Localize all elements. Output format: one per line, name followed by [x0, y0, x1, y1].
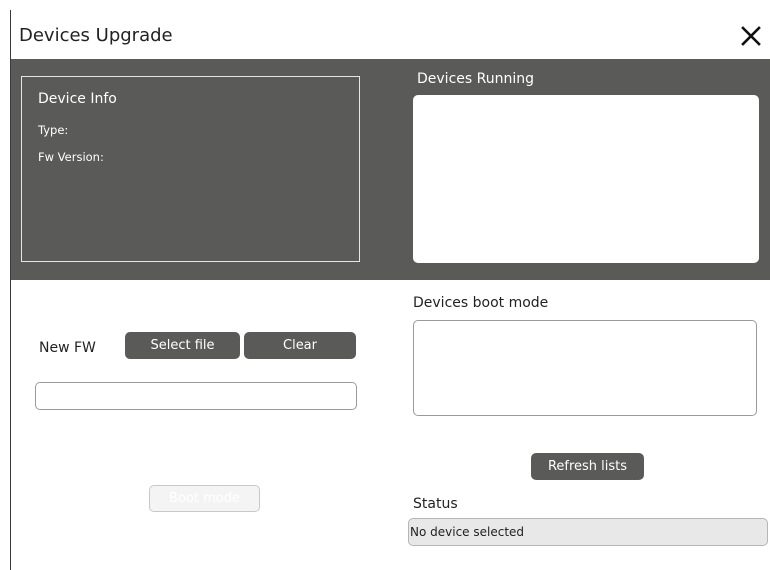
close-icon[interactable] — [739, 24, 763, 48]
status-field: No device selected — [408, 518, 768, 546]
boot-mode-button[interactable]: Boot mode — [149, 485, 260, 512]
devices-upgrade-dialog: Devices Upgrade Device Info Type: Fw Ver… — [10, 10, 770, 570]
status-label: Status — [413, 496, 458, 512]
devices-running-list[interactable] — [413, 95, 759, 263]
devices-boot-mode-list[interactable] — [413, 320, 757, 416]
devices-boot-mode-label: Devices boot mode — [413, 295, 549, 311]
device-info-box: Device Info Type: Fw Version: — [21, 76, 360, 262]
select-file-button[interactable]: Select file — [125, 332, 240, 359]
firmware-file-path-field[interactable] — [35, 382, 357, 410]
device-info-heading: Device Info — [38, 91, 117, 107]
new-fw-label: New FW — [39, 340, 96, 356]
fw-version-label: Fw Version: — [38, 150, 104, 164]
title-bar: Devices Upgrade — [11, 10, 770, 58]
refresh-lists-button[interactable]: Refresh lists — [531, 453, 644, 480]
device-type-label: Type: — [38, 123, 69, 137]
dialog-title: Devices Upgrade — [19, 25, 173, 46]
devices-running-label: Devices Running — [417, 71, 534, 87]
devices-overview-panel: Device Info Type: Fw Version: Devices Ru… — [11, 59, 770, 280]
clear-button[interactable]: Clear — [244, 332, 356, 359]
